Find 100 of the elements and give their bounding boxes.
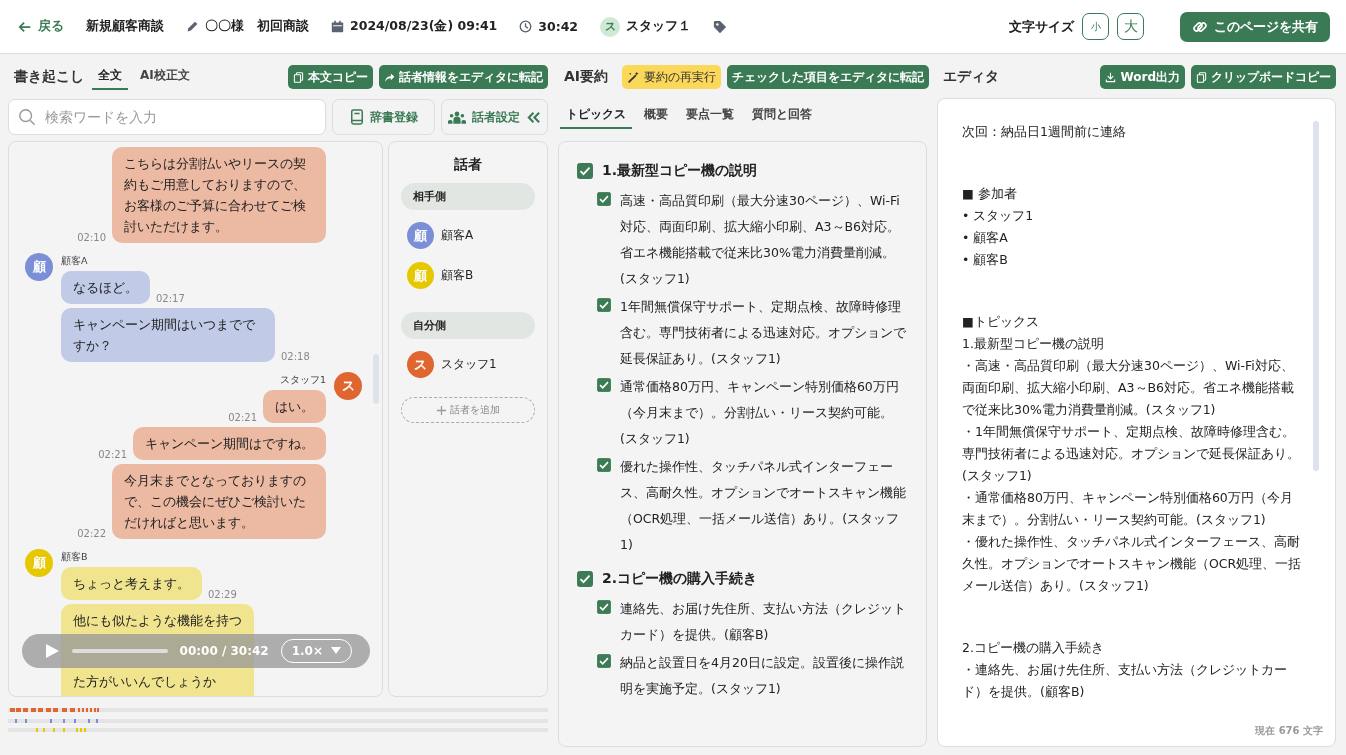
tab[interactable]: 質問と回答 [746,103,818,129]
editor-line[interactable]: ・1年間無償保守サポート、定期点検、故障時修理含む。専門技術者による迅速対応。オプションで延長保証あり。(スタッフ1) [962,421,1305,487]
speaker-name: 顧客B [61,551,89,564]
message-bubble: 今月末までとなっておりますので、この機会にぜひご検討いただければと思います。 [112,464,326,539]
font-size-label: 文字サイズ [1009,17,1074,36]
clock-icon [519,20,533,33]
checkbox[interactable] [597,298,611,312]
speaker-group-label: 自分側 [401,312,535,339]
speaker-avatar: 顧 [25,253,53,281]
editor-line[interactable]: 次回：納品日1週間前に連絡 [962,121,1305,143]
back-button[interactable]: 戻る [18,18,64,35]
editor-line[interactable]: 2.コピー機の購入手続き [962,637,1305,659]
checkbox[interactable] [597,600,611,614]
message-bubble: なるほど。 [61,271,150,304]
message-time: 02:22 [77,528,106,539]
topic-point: 優れた操作性、タッチパネル式インターフェース、高耐久性。オプションでオートスキャン機能（OCR処理、一括メール送信）あり。(スタッフ1) [620,458,907,554]
editor-line[interactable]: 1.最新型コピー機の説明 [962,333,1305,355]
message-time: 02:29 [208,589,237,600]
editor-line[interactable]: ・優れた操作性、タッチパネル式インターフェース、高耐久性。オプションでオートスキャン機能（OCR処理、一括メール送信）あり。(スタッフ1) [962,531,1305,597]
speaker-name[interactable]: 顧客B [441,267,474,284]
topic-point: 1年間無償保守サポート、定期点検、故障時修理含む。専門技術者による迅速対応。オプションで延長保証あり。(スタッフ1) [620,298,907,368]
copy-icon [293,71,304,83]
character-count: 現在 676 文字 [1255,724,1323,738]
back-arrow-icon [18,19,32,34]
tag-icon[interactable] [713,19,728,34]
meeting-title: 〇〇様 初回商談 [205,18,309,35]
meeting-type: 新規顧客商談 [86,18,164,35]
plus-icon [436,405,446,415]
tab[interactable]: 概要 [638,103,674,129]
checkbox[interactable] [577,571,593,587]
editor-line[interactable]: ■ 参加者 [962,183,1305,205]
copy-icon [1196,71,1207,83]
message-bubble: はい。 [263,390,326,423]
tab[interactable]: AI校正文 [134,64,196,90]
speaker-name: 顧客A [61,255,89,268]
editor-line[interactable]: ・高速・高品質印刷（最大分速30ページ）、Wi-Fi対応、両面印刷、拡大縮小印刷、A3～B6対応。省エネ機能搭載で従来比30%電力消費量削減。(スタッフ1) [962,355,1305,421]
share-button[interactable]: このページを共有 [1180,11,1330,42]
copy-text-button[interactable]: 本文コピー [288,65,373,89]
topic-point: 連絡先、お届け先住所、支払い方法（クレジットカード）を提供。(顧客B) [620,600,907,644]
message-bubble: キャンペーン期間はいつまでですか？ [61,308,275,362]
calendar-icon [331,20,344,33]
message-time: 02:21 [98,449,127,460]
message-time: 02:17 [156,293,185,304]
speaker-settings-button[interactable]: 話者設定 [441,99,548,135]
search-field[interactable]: 検索ワードを入力 [8,99,326,135]
message-bubble: キャンペーン期間はですね。 [133,427,326,460]
checkbox[interactable] [597,458,611,472]
topic-point: 納品と設置日を4月20日に設定。設置後に操作説明を実施予定。(スタッフ1) [620,654,905,698]
clipboard-copy-button[interactable]: クリップボードコピー [1191,65,1336,89]
tab[interactable]: 全文 [92,64,128,90]
scrollbar[interactable] [1313,121,1319,471]
rerun-summary-button[interactable]: 要約の再実行 [622,65,722,89]
checkbox[interactable] [597,378,611,392]
editor-line[interactable]: • 顧客A [962,227,1305,249]
editor-line[interactable]: • スタッフ1 [962,205,1305,227]
transfer-button[interactable]: 話者情報をエディタに転記 [379,65,548,89]
double-chevron-icon [526,109,541,125]
progress-track[interactable] [72,649,168,653]
topic-point: 通常価格80万円、キャンペーン特別価格60万円（今月末まで）。分割払い・リース契約可能。(スタッフ1) [620,378,900,448]
checkbox[interactable] [597,192,611,206]
panel-title: AI要約 [564,68,609,86]
download-icon [1105,71,1117,83]
message-bubble: ちょっと考えます。 [61,567,202,600]
tab[interactable]: トピックス [560,103,632,129]
book-icon [349,109,364,125]
people-icon [448,109,466,125]
speaker-name[interactable]: スタッフ1 [441,356,497,373]
staff-name: スタッフ１ [626,18,692,35]
topic-point: 高速・高品質印刷（最大分速30ページ）、Wi-Fi対応、両面印刷、拡大縮小印刷、A3～B6対応。省エネ機能搭載で従来比30%電力消費量削減。(スタッフ1) [620,192,902,288]
editor-line[interactable]: ■トピックス [962,311,1305,333]
speaker-name: スタッフ1 [279,374,326,387]
speaker-avatar: 顧 [407,262,434,289]
font-size-button[interactable]: 大 [1117,13,1144,40]
message-time: 02:21 [228,412,257,423]
message-time: 02:10 [77,232,106,243]
checkbox[interactable] [577,163,593,179]
speaker-avatar: ス [334,372,362,400]
caret-icon [331,647,341,655]
meeting-datetime: 2024/08/23(金) 09:41 [350,18,498,35]
magic-wand-icon [627,70,641,84]
word-export-button[interactable]: Word出力 [1100,65,1185,89]
tab[interactable]: 要点一覧 [680,103,740,129]
panel-title: 書き起こし [14,68,84,86]
editor-line[interactable]: • 顧客B [962,249,1305,271]
message-bubble: こちらは分割払いやリースの契約もご用意しておりますので、お客様のご予算に合わせてご検討いただけます。 [112,147,326,243]
editor-line[interactable]: ・連絡先、お届け先住所、支払い方法（クレジットカード）を提供。(顧客B) [962,659,1305,703]
checkbox[interactable] [597,654,611,668]
meeting-duration: 30:42 [538,19,579,34]
search-icon [18,108,36,126]
editor-line[interactable]: ・通常価格80万円、キャンペーン特別価格60万円（今月末まで）。分割払い・リース契約可能。(スタッフ1) [962,487,1305,531]
font-size-button[interactable]: 小 [1082,13,1109,40]
speaker-group-label: 相手側 [401,183,535,210]
dictionary-button[interactable]: 辞書登録 [332,99,435,135]
pencil-icon [186,20,199,33]
transfer-checked-button[interactable]: チェックした項目をエディタに転記 [727,65,930,89]
speaker-name[interactable]: 顧客A [441,227,474,244]
staff-avatar: ス [600,16,621,37]
speaker-avatar: ス [407,351,434,378]
speakers-title: 話者 [453,156,483,174]
topic-title: 1.最新型コピー機の説明 [602,162,758,180]
